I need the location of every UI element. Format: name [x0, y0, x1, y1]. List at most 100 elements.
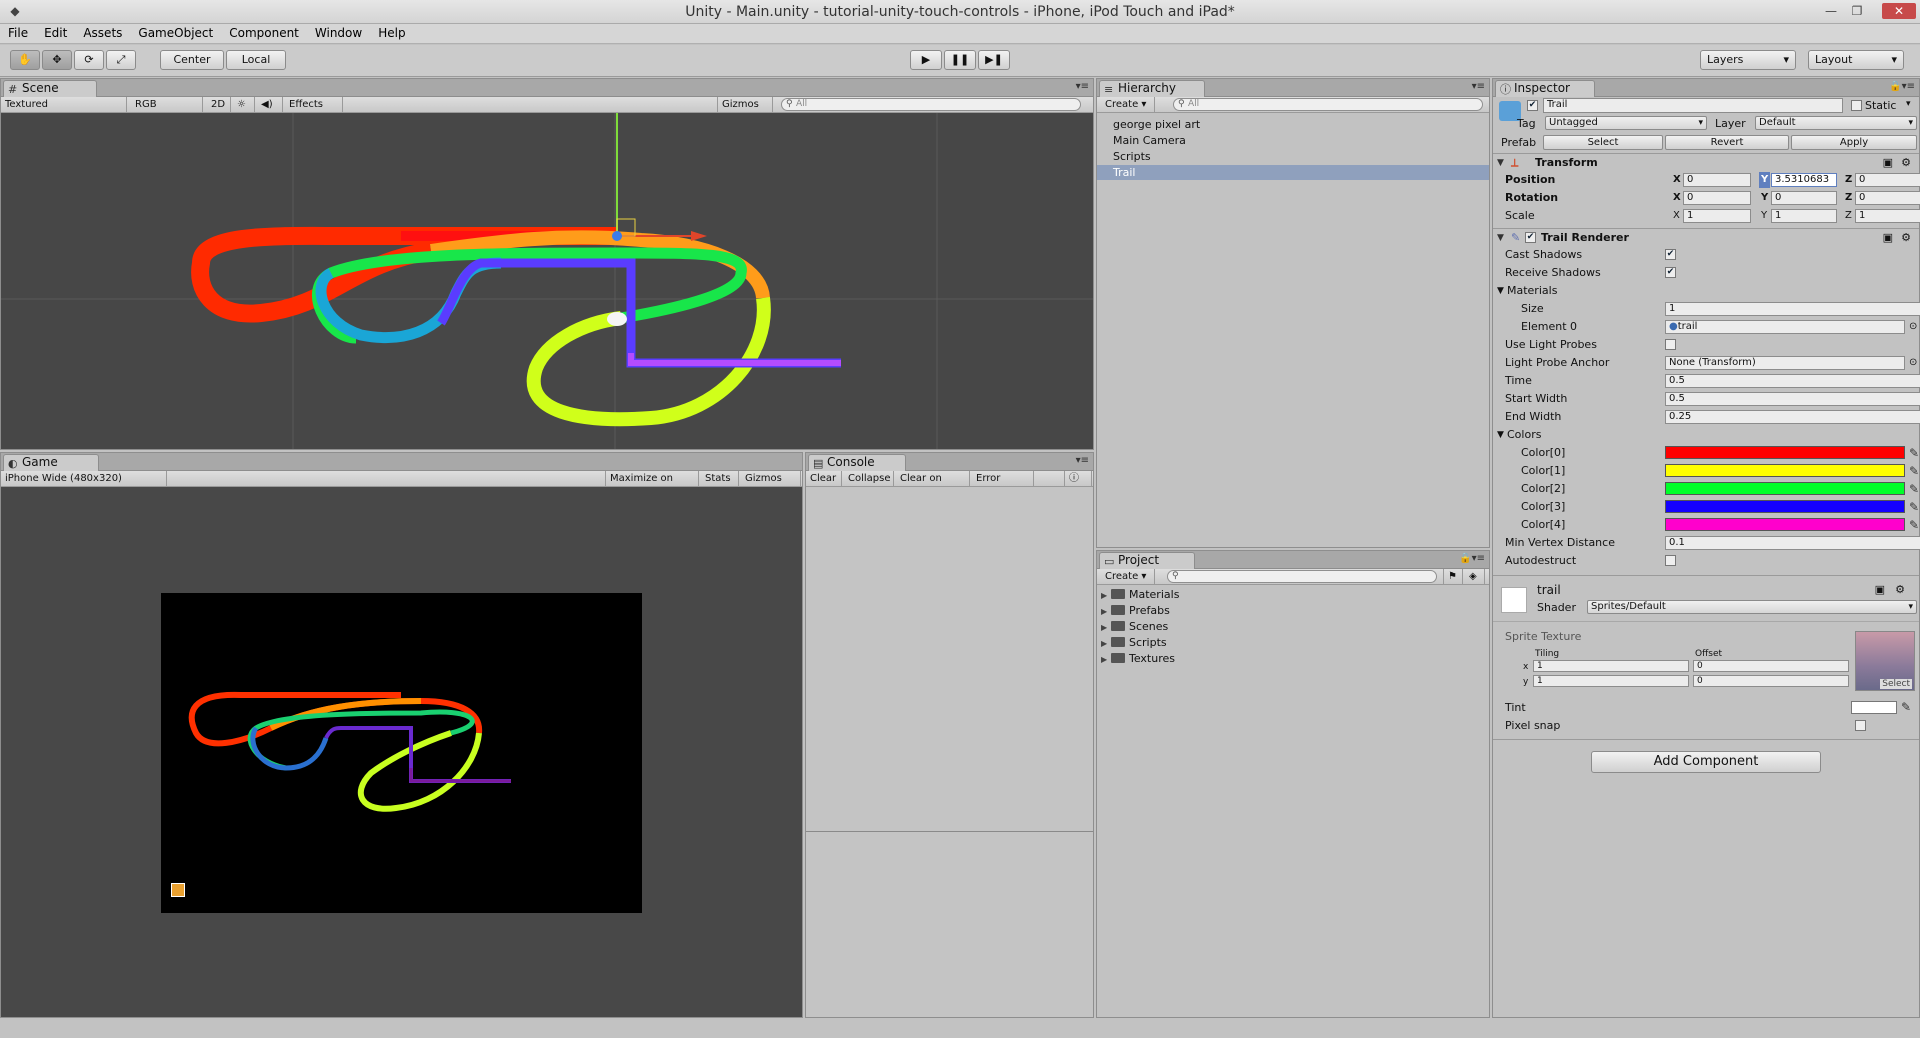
gear-icon[interactable]: ⚙	[1901, 154, 1911, 172]
menu-window[interactable]: Window	[307, 24, 370, 43]
game-gizmos-dropdown[interactable]: Gizmos	[741, 471, 801, 486]
scale-z-field[interactable]: 1	[1855, 209, 1920, 223]
scale-x-field[interactable]: 1	[1683, 209, 1751, 223]
scale-y-field[interactable]: 1	[1771, 209, 1837, 223]
layer-dropdown[interactable]: Default	[1755, 116, 1917, 130]
menu-assets[interactable]: Assets	[75, 24, 130, 43]
min-vertex-field[interactable]: 0.1	[1665, 536, 1920, 550]
project-search-input[interactable]: ⚲	[1167, 570, 1437, 583]
prefab-revert-button[interactable]: Revert	[1665, 135, 1789, 150]
console-detail-area[interactable]	[806, 832, 1093, 1017]
position-z-field[interactable]: 0	[1855, 173, 1920, 187]
console-clear-on-play-button[interactable]: Clear on Play	[896, 471, 970, 499]
autodestruct-checkbox[interactable]	[1665, 555, 1676, 566]
help-icon[interactable]: ▣	[1883, 154, 1893, 172]
tab-scene[interactable]: # Scene	[3, 80, 97, 97]
menu-edit[interactable]: Edit	[36, 24, 75, 43]
maximize-icon[interactable]: ❐	[1846, 3, 1868, 19]
move-tool-icon[interactable]: ✥	[42, 50, 72, 70]
materials-size-field[interactable]: 1	[1665, 302, 1920, 316]
tint-color-swatch[interactable]	[1851, 701, 1897, 714]
object-picker-icon[interactable]: ⊙	[1909, 319, 1917, 335]
offset-x-field[interactable]: 0	[1693, 660, 1849, 672]
project-folder[interactable]: ▶ Textures	[1101, 651, 1175, 667]
scene-search-input[interactable]: ⚲ All	[781, 98, 1081, 111]
chevron-down-icon[interactable]: ▾	[1906, 99, 1911, 109]
tag-dropdown[interactable]: Untagged	[1545, 116, 1707, 130]
color-swatch[interactable]	[1665, 500, 1905, 513]
sprite-texture-thumbnail[interactable]: Select	[1855, 631, 1915, 691]
receive-shadows-checkbox[interactable]: ✔	[1665, 267, 1676, 278]
menu-component[interactable]: Component	[221, 24, 307, 43]
scene-gizmos-dropdown[interactable]: Gizmos	[717, 97, 773, 112]
object-name-field[interactable]: Trail	[1543, 98, 1843, 113]
hierarchy-item[interactable]: Scripts	[1113, 149, 1151, 164]
menu-gameobject[interactable]: GameObject	[130, 24, 221, 43]
tab-project[interactable]: ▭ Project	[1099, 552, 1195, 569]
layers-dropdown[interactable]: Layers ▾	[1700, 50, 1796, 70]
prefab-apply-button[interactable]: Apply	[1791, 135, 1917, 150]
trail-renderer-enabled-checkbox[interactable]: ✔	[1525, 232, 1536, 243]
pivot-local-button[interactable]: Local	[226, 50, 286, 70]
help-icon[interactable]: ▣	[1875, 583, 1885, 596]
colors-row[interactable]: ▼ Colors	[1497, 427, 1915, 443]
cast-shadows-checkbox[interactable]: ✔	[1665, 249, 1676, 260]
tab-inspector[interactable]: ⓘ Inspector	[1495, 80, 1595, 97]
rotation-y-field[interactable]: 0	[1771, 191, 1837, 205]
audio-icon[interactable]: ◀)	[257, 97, 283, 112]
resolution-dropdown[interactable]: iPhone Wide (480x320)	[1, 471, 167, 486]
panel-menu-icon[interactable]: ▾≡	[1076, 455, 1089, 466]
time-field[interactable]: 0.5	[1665, 374, 1920, 388]
play-icon[interactable]: ▶	[910, 50, 942, 70]
render-mode-dropdown[interactable]: Textured	[1, 97, 127, 112]
project-folder[interactable]: ▶ Scripts	[1101, 635, 1167, 651]
start-width-field[interactable]: 0.5	[1665, 392, 1920, 406]
game-viewport[interactable]	[1, 487, 802, 1017]
tab-console[interactable]: ▤ Console	[808, 454, 906, 471]
trail-renderer-header[interactable]: ▼ ✎ ✔ Trail Renderer ▣ ⚙	[1493, 229, 1919, 247]
texture-select-button[interactable]: Select	[1880, 679, 1912, 689]
project-create-dropdown[interactable]: Create ▾	[1101, 569, 1155, 584]
hierarchy-create-dropdown[interactable]: Create ▾	[1101, 97, 1155, 112]
minimize-icon[interactable]: —	[1820, 3, 1842, 19]
position-x-field[interactable]: 0	[1683, 173, 1751, 187]
color-swatch[interactable]	[1665, 464, 1905, 477]
project-folder[interactable]: ▶ Prefabs	[1101, 603, 1170, 619]
static-checkbox[interactable]	[1851, 100, 1862, 111]
scene-viewport[interactable]	[1, 113, 1093, 449]
gear-icon[interactable]: ⚙	[1895, 583, 1905, 596]
stats-toggle[interactable]: Stats	[701, 471, 739, 486]
filter-type-icon[interactable]: ⚑	[1443, 569, 1463, 584]
panel-menu-icon[interactable]: ▾≡	[1472, 81, 1485, 92]
project-folder[interactable]: ▶ Scenes	[1101, 619, 1168, 635]
color-swatch[interactable]	[1665, 482, 1905, 495]
prefab-select-button[interactable]: Select	[1543, 135, 1663, 150]
color-swatch[interactable]	[1665, 446, 1905, 459]
pause-icon[interactable]: ❚❚	[944, 50, 976, 70]
end-width-field[interactable]: 0.25	[1665, 410, 1920, 424]
maximize-on-play-toggle[interactable]: Maximize on Play	[605, 471, 699, 499]
rotate-tool-icon[interactable]: ⟳	[74, 50, 104, 70]
shader-dropdown[interactable]: Sprites/Default	[1587, 600, 1917, 614]
console-log-area[interactable]	[806, 487, 1093, 831]
tiling-y-field[interactable]: 1	[1533, 675, 1689, 687]
hand-tool-icon[interactable]: ✋	[10, 50, 40, 70]
hierarchy-item[interactable]: george pixel art	[1113, 117, 1200, 132]
panel-menu-icon[interactable]: ▾≡	[1076, 81, 1089, 92]
console-clear-button[interactable]: Clear	[806, 471, 842, 486]
object-picker-icon[interactable]: ⊙	[1909, 355, 1917, 371]
gear-icon[interactable]: ⚙	[1901, 229, 1911, 247]
eyedropper-icon[interactable]: ✎	[1909, 463, 1919, 479]
mode-2d-toggle[interactable]: 2D	[207, 97, 231, 112]
pixel-snap-checkbox[interactable]	[1855, 720, 1866, 731]
object-active-checkbox[interactable]: ✔	[1527, 100, 1538, 111]
offset-y-field[interactable]: 0	[1693, 675, 1849, 687]
console-collapse-button[interactable]: Collapse	[844, 471, 894, 486]
rotation-x-field[interactable]: 0	[1683, 191, 1751, 205]
hierarchy-item[interactable]: Main Camera	[1113, 133, 1186, 148]
rotation-z-field[interactable]: 0	[1855, 191, 1920, 205]
element0-field[interactable]: ●trail	[1665, 320, 1905, 334]
layout-dropdown[interactable]: Layout ▾	[1808, 50, 1904, 70]
panel-menu-icon[interactable]: 🔒▾≡	[1889, 81, 1915, 92]
pivot-center-button[interactable]: Center	[160, 50, 224, 70]
